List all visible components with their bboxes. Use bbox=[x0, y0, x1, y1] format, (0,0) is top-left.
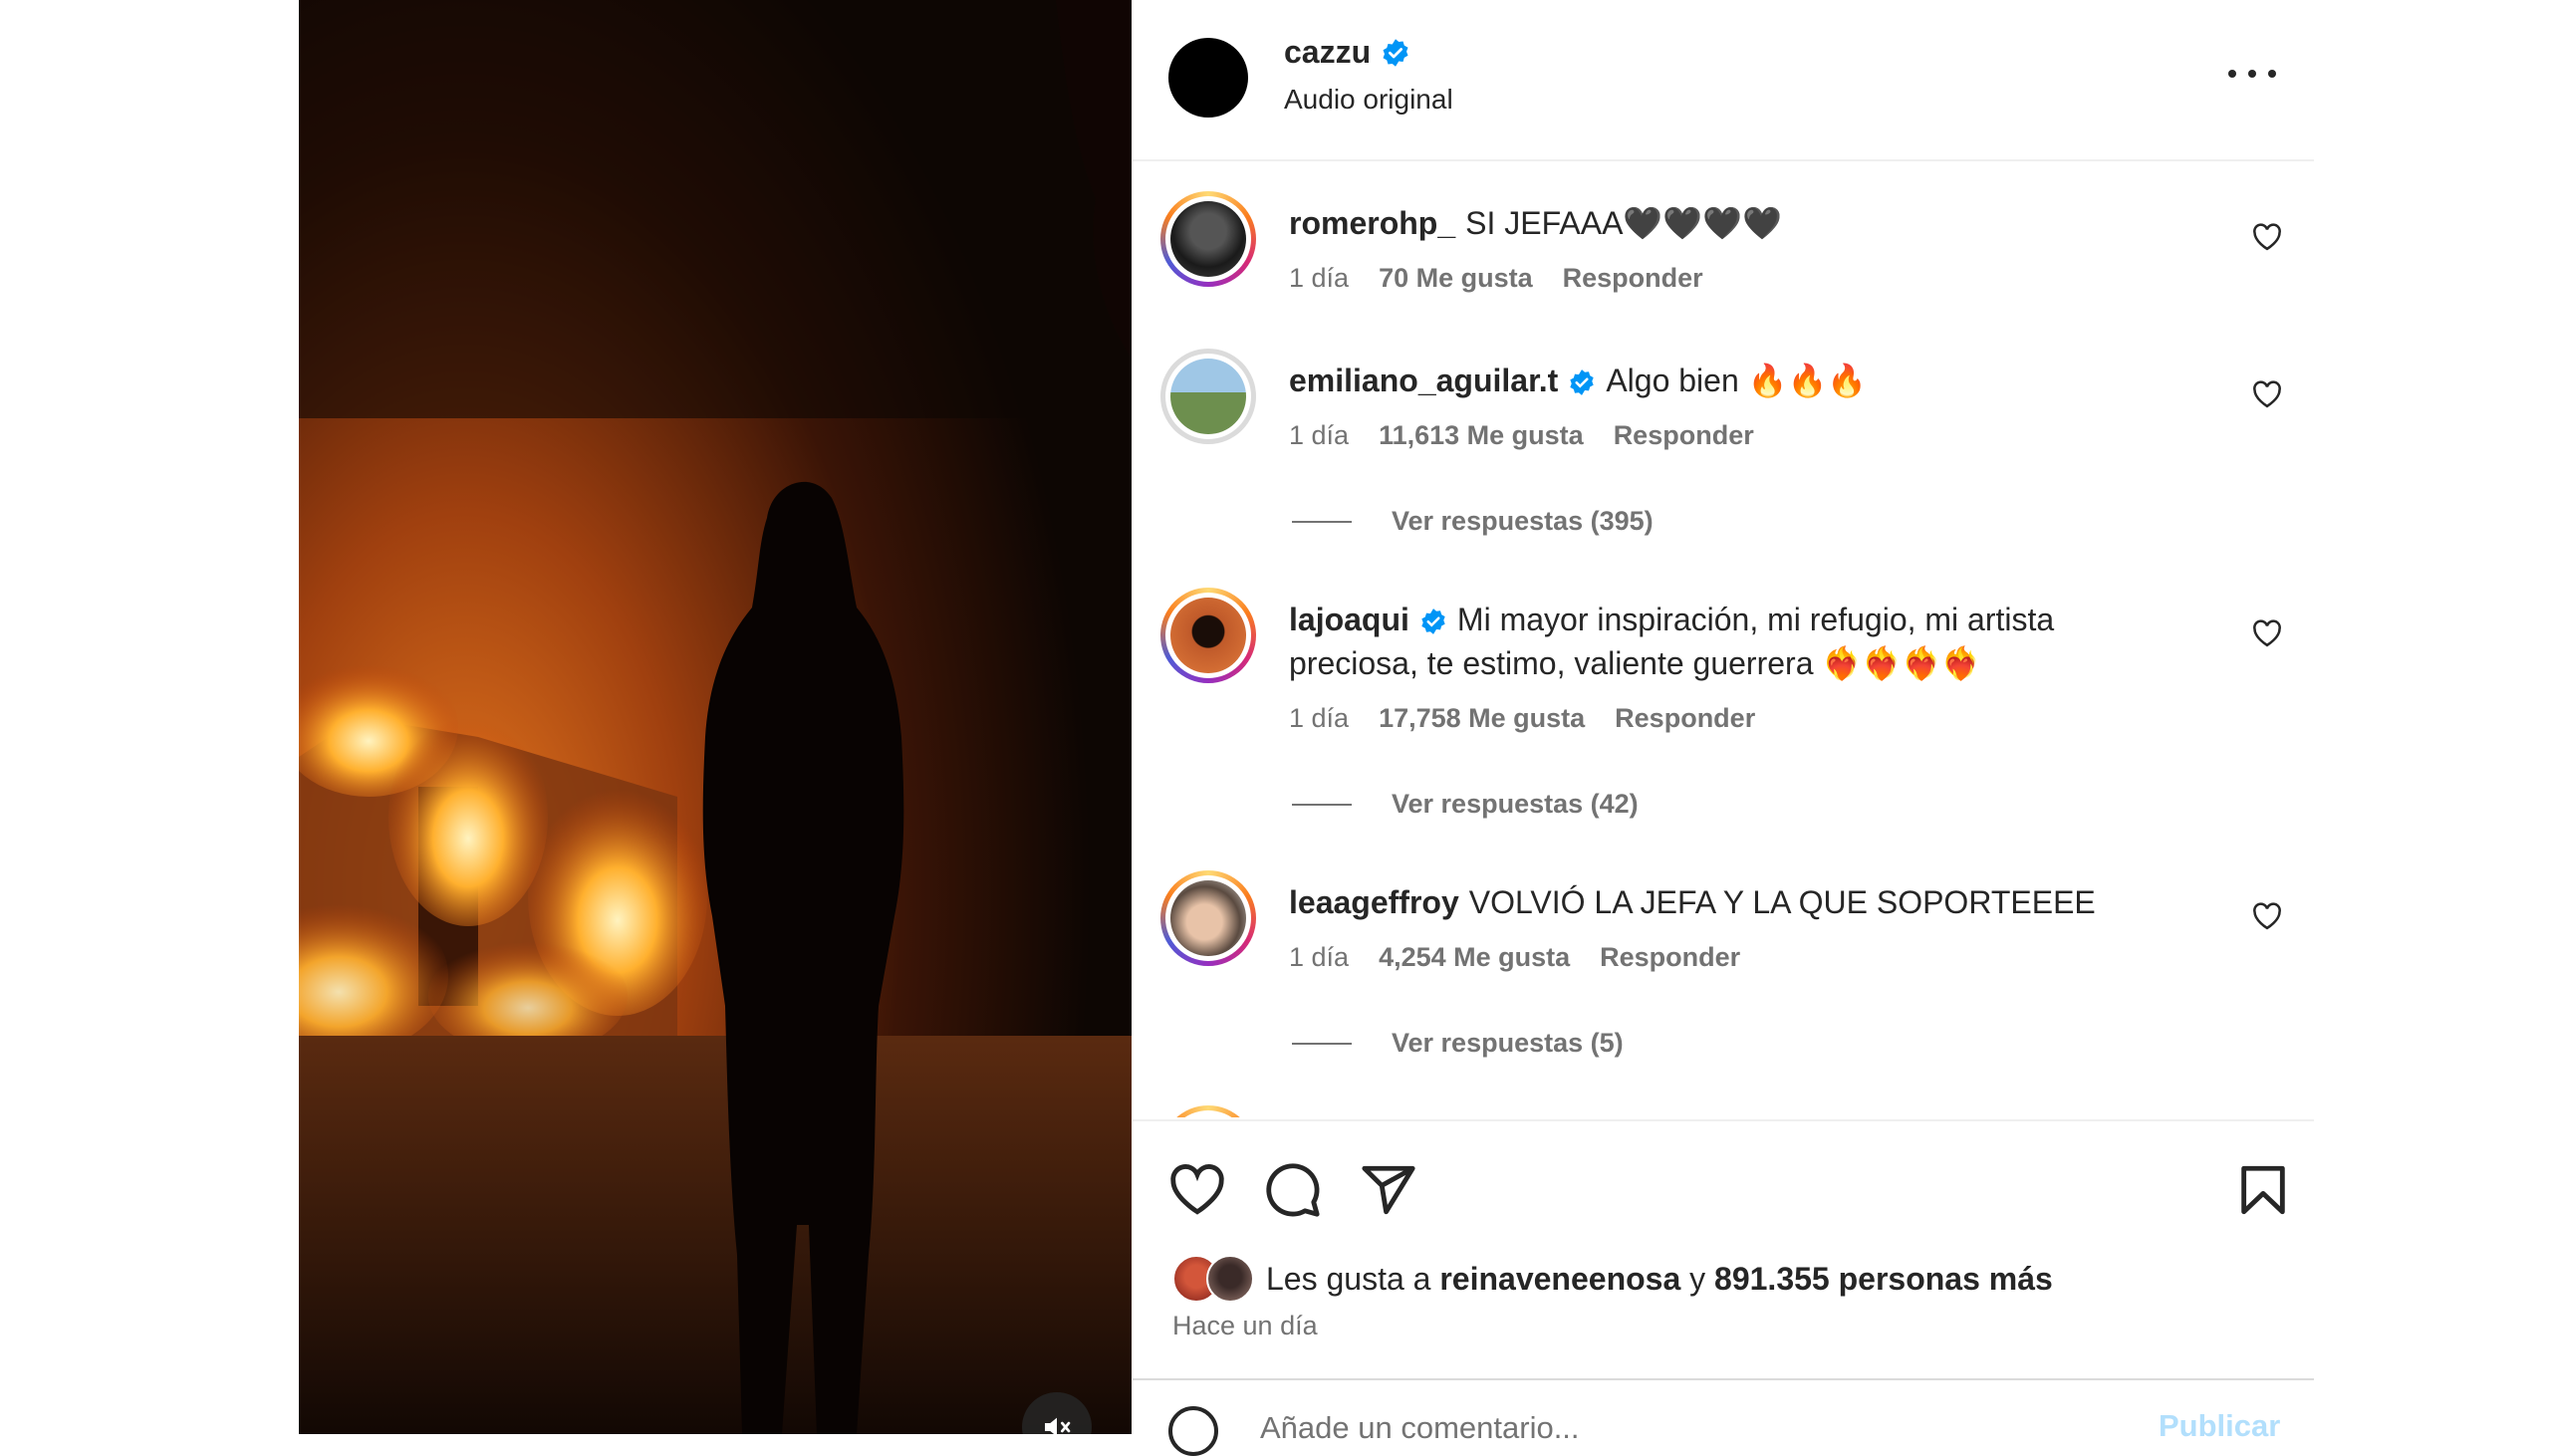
liker-username[interactable]: reinaveneenosa bbox=[1439, 1261, 1680, 1298]
commenter-avatar[interactable] bbox=[1160, 588, 1256, 683]
view-replies-button[interactable]: Ver respuestas (42) bbox=[1292, 789, 1639, 820]
post-media[interactable] bbox=[299, 0, 1132, 1434]
view-replies-label: Ver respuestas (5) bbox=[1392, 1028, 1624, 1058]
view-replies-button[interactable]: Ver respuestas (395) bbox=[1292, 506, 1654, 537]
author-name-row: cazzu bbox=[1284, 34, 1410, 71]
more-options-icon[interactable] bbox=[2228, 60, 2276, 88]
post-time[interactable]: Hace un día bbox=[1172, 1311, 1318, 1341]
emoji-icon[interactable] bbox=[1168, 1406, 1218, 1456]
post-header: cazzu Audio original bbox=[1133, 0, 2314, 161]
publish-button[interactable]: Publicar bbox=[2159, 1408, 2280, 1444]
likes-summary: Les gusta a reinaveneenosa y 891.355 per… bbox=[1172, 1255, 2053, 1303]
reply-button[interactable]: Responder bbox=[1600, 942, 1740, 973]
likes-others[interactable]: 891.355 personas más bbox=[1714, 1261, 2053, 1298]
view-replies-label: Ver respuestas (42) bbox=[1392, 789, 1639, 819]
post-details-panel: cazzu Audio original romerohp_ SI JEFAAA🖤… bbox=[1133, 0, 2314, 1456]
comment-meta: 1 día 4,254 Me gusta Responder bbox=[1289, 942, 1740, 973]
view-replies-label: Ver respuestas (395) bbox=[1392, 506, 1654, 536]
reply-button[interactable]: Responder bbox=[1614, 420, 1754, 451]
share-icon[interactable] bbox=[1360, 1161, 1417, 1219]
likes-prefix: Les gusta a bbox=[1266, 1260, 1431, 1297]
reply-button[interactable]: Responder bbox=[1563, 263, 1703, 294]
liker-avatars bbox=[1172, 1255, 1262, 1303]
comment-username[interactable]: leaageffroy bbox=[1289, 884, 1459, 920]
comments-list[interactable]: romerohp_ SI JEFAAA🖤🖤🖤🖤 1 día 70 Me gusta… bbox=[1133, 161, 2314, 1117]
comment-text: lajoaqui Mi mayor inspiración, mi refugio… bbox=[1289, 598, 2166, 685]
likes-connector: y bbox=[1689, 1260, 1706, 1297]
author-username[interactable]: cazzu bbox=[1284, 34, 1371, 71]
heart-icon[interactable] bbox=[1168, 1161, 1226, 1219]
commenter-avatar[interactable] bbox=[1160, 870, 1256, 966]
heart-icon[interactable] bbox=[2252, 380, 2282, 408]
bookmark-icon[interactable] bbox=[2234, 1161, 2292, 1219]
comment-age: 1 día bbox=[1289, 703, 1350, 733]
author-avatar[interactable] bbox=[1168, 38, 1248, 118]
heart-icon[interactable] bbox=[2252, 619, 2282, 647]
comment-text: romerohp_ SI JEFAAA🖤🖤🖤🖤 bbox=[1289, 201, 2166, 245]
video-frame-image bbox=[299, 0, 1132, 1434]
add-comment-bar: Publicar bbox=[1133, 1378, 2314, 1456]
comment-body: SI JEFAAA🖤🖤🖤🖤 bbox=[1465, 205, 1782, 241]
commenter-avatar[interactable] bbox=[1160, 191, 1256, 287]
comment-likes[interactable]: 17,758 Me gusta bbox=[1379, 703, 1585, 734]
reply-button[interactable]: Responder bbox=[1615, 703, 1755, 734]
commenter-avatar[interactable] bbox=[1160, 349, 1256, 444]
comment-username[interactable]: emiliano_aguilar.t bbox=[1289, 363, 1558, 398]
verified-badge-icon bbox=[1570, 369, 1594, 395]
muted-speaker-icon bbox=[1045, 1417, 1071, 1434]
comment-meta: 1 día 11,613 Me gusta Responder bbox=[1289, 420, 1754, 451]
comment-username[interactable]: lajoaqui bbox=[1289, 602, 1409, 637]
view-replies-button[interactable]: Ver respuestas (5) bbox=[1292, 1028, 1624, 1059]
comment-likes[interactable]: 70 Me gusta bbox=[1379, 263, 1533, 294]
comment-age: 1 día bbox=[1289, 942, 1350, 972]
comment-text: leaageffroy VOLVIÓ LA JEFA Y LA QUE SOPOR… bbox=[1289, 880, 2166, 924]
heart-icon[interactable] bbox=[2252, 902, 2282, 930]
heart-icon[interactable] bbox=[2252, 223, 2282, 251]
verified-badge-icon bbox=[1421, 608, 1445, 634]
comment-age: 1 día bbox=[1289, 263, 1350, 293]
audio-label[interactable]: Audio original bbox=[1284, 84, 1453, 116]
comment-age: 1 día bbox=[1289, 420, 1350, 450]
comment-meta: 1 día 70 Me gusta Responder bbox=[1289, 263, 1703, 294]
comment-body: Algo bien 🔥🔥🔥 bbox=[1606, 363, 1868, 398]
comment-input[interactable] bbox=[1260, 1408, 2057, 1448]
post-actions: Les gusta a reinaveneenosa y 891.355 per… bbox=[1133, 1119, 2314, 1380]
comment-icon[interactable] bbox=[1264, 1161, 1322, 1219]
comment-text: emiliano_aguilar.t Algo bien 🔥🔥🔥 bbox=[1289, 359, 2166, 402]
comment-body: VOLVIÓ LA JEFA Y LA QUE SOPORTEEEE bbox=[1468, 884, 2096, 920]
comment-username[interactable]: romerohp_ bbox=[1289, 205, 1455, 241]
comment-likes[interactable]: 11,613 Me gusta bbox=[1379, 420, 1584, 451]
comment-likes[interactable]: 4,254 Me gusta bbox=[1379, 942, 1570, 973]
verified-badge-icon bbox=[1383, 38, 1408, 67]
commenter-avatar[interactable] bbox=[1160, 1105, 1256, 1117]
comment-meta: 1 día 17,758 Me gusta Responder bbox=[1289, 703, 1755, 734]
